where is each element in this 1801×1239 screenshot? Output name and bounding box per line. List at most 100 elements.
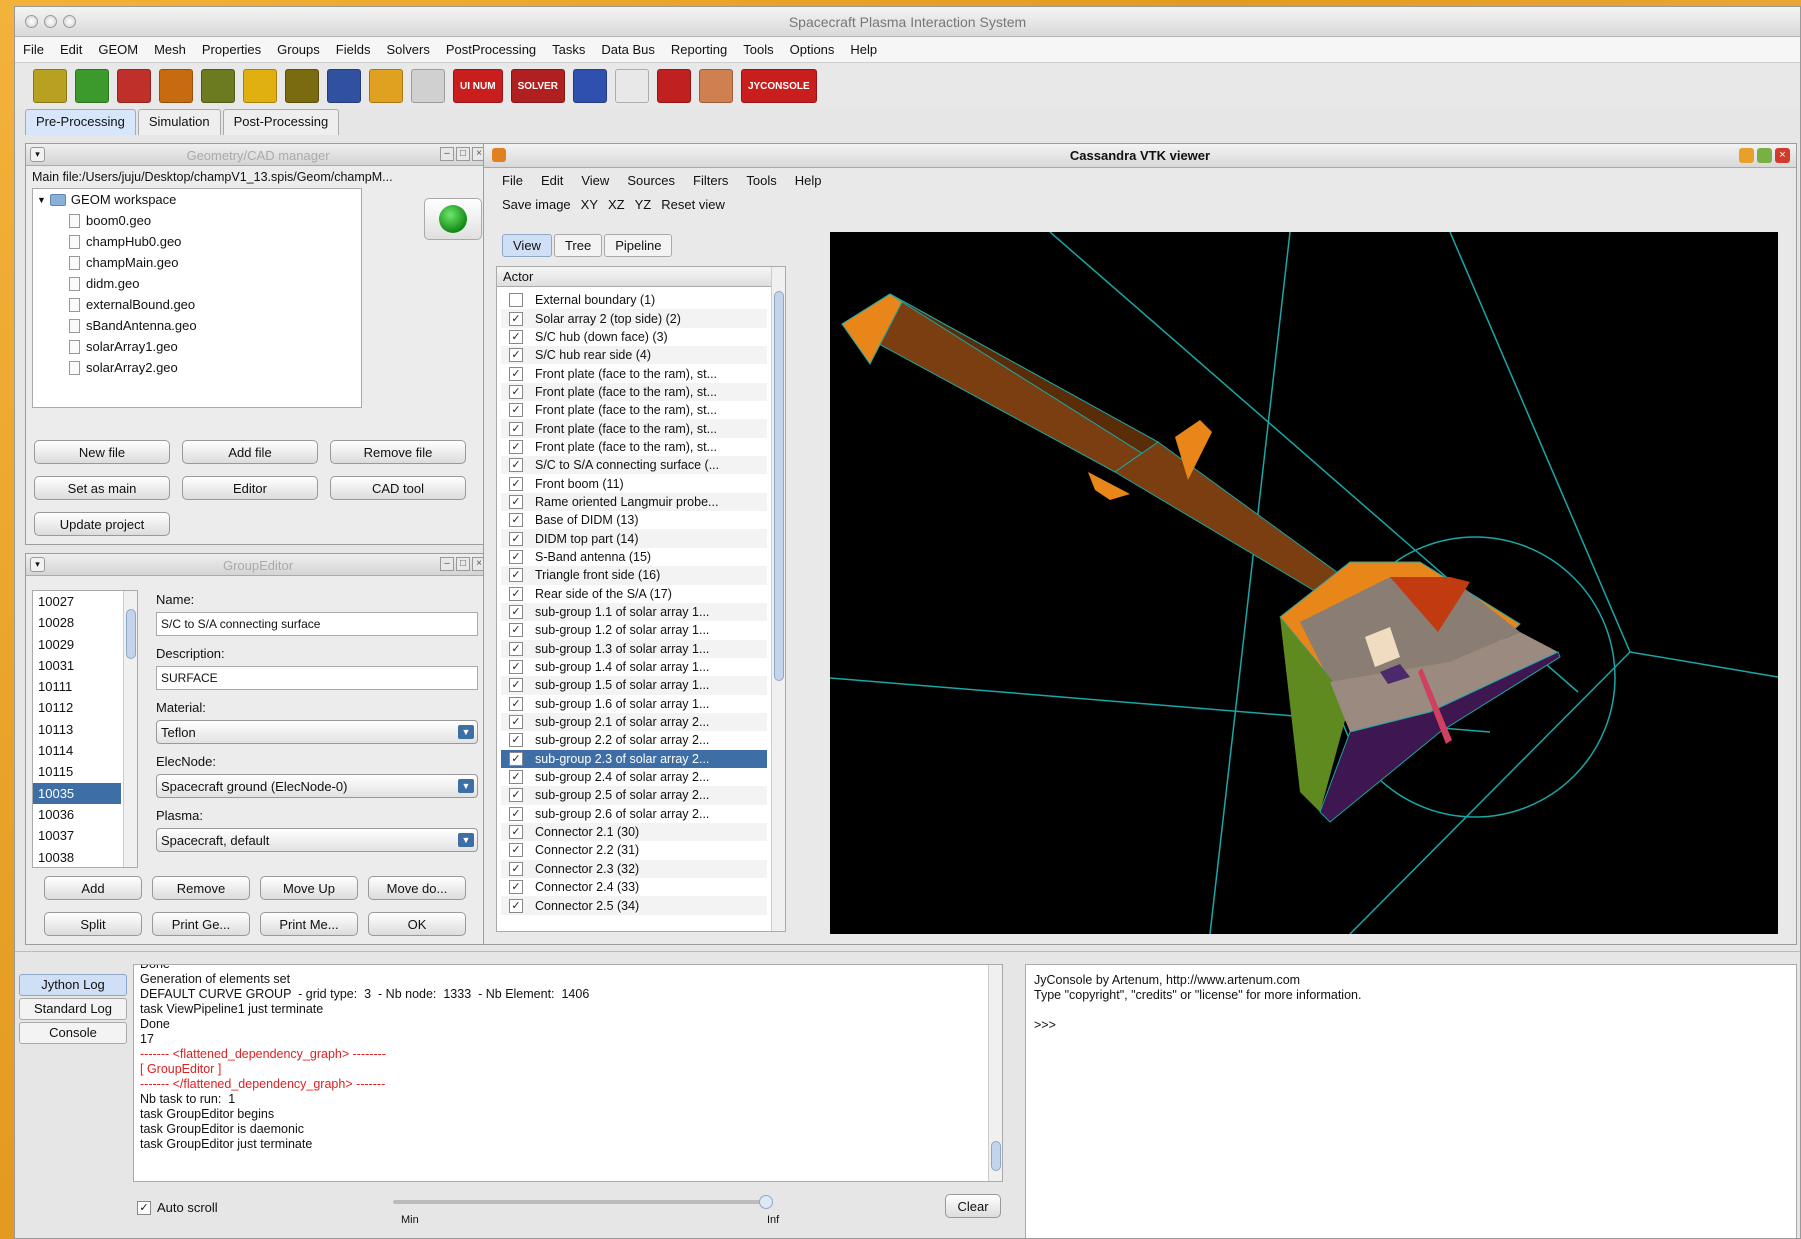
menu-file[interactable]: File <box>23 42 44 57</box>
geo-file-item[interactable]: champHub0.geo <box>33 231 361 252</box>
actor-visibility-checkbox[interactable]: ✓ <box>509 696 523 711</box>
actor-row[interactable]: ✓ Front boom (11) <box>501 474 767 492</box>
actor-row[interactable]: ✓ Connector 2.1 (30) <box>501 822 767 842</box>
split-button[interactable]: Split <box>44 912 142 936</box>
actor-visibility-checkbox[interactable]: ✓ <box>509 476 523 491</box>
user-icon[interactable] <box>698 69 733 103</box>
group-id-item[interactable]: 10115 <box>33 761 121 782</box>
menu-tools[interactable]: Tools <box>743 42 773 57</box>
group-id-item[interactable]: 10112 <box>33 697 121 718</box>
actor-visibility-checkbox[interactable]: ✓ <box>509 825 523 840</box>
move-up-button[interactable]: Move Up <box>260 876 358 900</box>
actor-visibility-checkbox[interactable]: ✓ <box>509 494 523 509</box>
actor-visibility-checkbox[interactable]: ✓ <box>509 348 523 363</box>
actor-row[interactable]: ✓ sub-group 2.6 of solar array 2... <box>501 805 767 823</box>
set-as-main-button[interactable]: Set as main <box>34 476 170 500</box>
actor-row[interactable]: ✓ sub-group 1.1 of solar array 1... <box>501 602 767 622</box>
save-image-button[interactable]: Save image <box>502 197 571 212</box>
scroll-thumb[interactable] <box>126 609 136 659</box>
actor-row[interactable]: ✓ Front plate (face to the ram), st... <box>501 401 767 419</box>
vtk-menu-edit[interactable]: Edit <box>541 173 563 188</box>
status-indicator-button[interactable] <box>424 198 482 240</box>
elecnode-select[interactable]: Spacecraft ground (ElecNode-0) ▼ <box>156 774 478 798</box>
actor-visibility-checkbox[interactable]: ✓ <box>509 806 523 821</box>
actor-visibility-checkbox[interactable]: ✓ <box>509 733 523 748</box>
actor-visibility-checkbox[interactable] <box>509 293 523 308</box>
menu-properties[interactable]: Properties <box>202 42 261 57</box>
vtk-menu-tools[interactable]: Tools <box>746 173 776 188</box>
geo-file-item[interactable]: solarArray1.geo <box>33 336 361 357</box>
scroll-thumb[interactable] <box>774 291 784 681</box>
actor-row[interactable]: ✓ Front plate (face to the ram), st... <box>501 419 767 438</box>
actor-row[interactable]: ✓ Rame oriented Langmuir probe... <box>501 492 767 512</box>
actor-row[interactable]: ✓ Rear side of the S/A (17) <box>501 585 767 603</box>
actor-row[interactable]: ✓ sub-group 2.4 of solar array 2... <box>501 768 767 786</box>
minimize-icon[interactable]: – <box>440 557 454 571</box>
actor-visibility-checkbox[interactable]: ✓ <box>509 880 523 895</box>
geo-file-item[interactable]: didm.geo <box>33 273 361 294</box>
tab-tree[interactable]: Tree <box>553 234 603 257</box>
move-down-button[interactable]: Move do... <box>368 876 466 900</box>
vtk-menu-file[interactable]: File <box>502 173 523 188</box>
menu-options[interactable]: Options <box>790 42 835 57</box>
actor-visibility-checkbox[interactable]: ✓ <box>509 329 523 344</box>
actor-row[interactable]: ✓ S/C hub (down face) (3) <box>501 328 767 346</box>
actor-row[interactable]: ✓ Connector 2.5 (34) <box>501 896 767 915</box>
expand-icon[interactable]: ▼ <box>37 195 46 205</box>
ok-button[interactable]: OK <box>368 912 466 936</box>
actor-row[interactable]: ✓ sub-group 1.3 of solar array 1... <box>501 639 767 658</box>
print-geometry-button[interactable]: Print Ge... <box>152 912 250 936</box>
grid-icon[interactable] <box>285 69 319 103</box>
vtk-menu-filters[interactable]: Filters <box>693 173 728 188</box>
vtk-menu-sources[interactable]: Sources <box>627 173 675 188</box>
actor-visibility-checkbox[interactable]: ✓ <box>509 770 523 785</box>
group-id-item[interactable]: 10114 <box>33 740 121 761</box>
add-file-button[interactable]: Add file <box>182 440 318 464</box>
group-id-item[interactable]: 10035 <box>33 782 121 804</box>
actor-visibility-checkbox[interactable]: ✓ <box>509 366 523 381</box>
group-description-field[interactable]: SURFACE <box>156 666 478 690</box>
actor-visibility-checkbox[interactable]: ✓ <box>509 605 523 620</box>
actor-row[interactable]: ✓ Front plate (face to the ram), st... <box>501 438 767 456</box>
group-id-list[interactable]: 10027 10028 10029 10031 10111 10112 10113 10114… <box>32 590 138 868</box>
global-params-icon[interactable] <box>411 69 445 103</box>
plasma-select[interactable]: Spacecraft, default ▼ <box>156 828 478 852</box>
actor-row[interactable]: ✓ DIDM top part (14) <box>501 529 767 548</box>
log-level-slider[interactable] <box>393 1195 773 1209</box>
menu-mesh[interactable]: Mesh <box>154 42 186 57</box>
tab-standard-log[interactable]: Standard Log <box>19 998 127 1020</box>
actor-visibility-checkbox[interactable]: ✓ <box>509 660 523 675</box>
vtk-menu-view[interactable]: View <box>581 173 609 188</box>
group-id-item[interactable]: 10038 <box>33 847 121 867</box>
material-select[interactable]: Teflon ▼ <box>156 720 478 744</box>
view-yz-button[interactable]: YZ <box>635 197 652 212</box>
geo-file-item[interactable]: boom0.geo <box>33 210 361 231</box>
editor-button[interactable]: Editor <box>182 476 318 500</box>
group-id-item[interactable]: 10036 <box>33 804 121 825</box>
actor-row[interactable]: ✓ Front plate (face to the ram), st... <box>501 382 767 402</box>
actor-visibility-checkbox[interactable]: ✓ <box>509 458 523 473</box>
actor-row[interactable]: External boundary (1) <box>501 291 767 309</box>
minimize-icon[interactable] <box>1739 148 1754 163</box>
actor-row[interactable]: ✓ sub-group 1.5 of solar array 1... <box>501 676 767 695</box>
actor-visibility-checkbox[interactable]: ✓ <box>509 641 523 656</box>
actor-visibility-checkbox[interactable]: ✓ <box>509 623 523 638</box>
actor-row[interactable]: ✓ Connector 2.2 (31) <box>501 841 767 859</box>
vtk-3d-render-view[interactable] <box>830 232 1778 934</box>
cad-shapes-icon[interactable] <box>117 69 151 103</box>
actor-visibility-checkbox[interactable]: ✓ <box>509 403 523 418</box>
jy-console-icon[interactable]: JYCONSOLE <box>740 69 817 103</box>
load-mesh-icon[interactable] <box>159 69 193 103</box>
geo-file-item[interactable]: externalBound.geo <box>33 294 361 315</box>
menu-help[interactable]: Help <box>850 42 877 57</box>
minimize-icon[interactable]: – <box>440 147 454 161</box>
solver-icon[interactable]: SOLVER <box>510 69 565 103</box>
maximize-icon[interactable]: □ <box>456 147 470 161</box>
actor-visibility-checkbox[interactable]: ✓ <box>509 568 523 583</box>
groups-icon[interactable] <box>201 69 235 103</box>
log-scrollbar[interactable] <box>988 965 1002 1181</box>
actor-row[interactable]: ✓ S-Band antenna (15) <box>501 548 767 566</box>
group-id-item[interactable]: 10027 <box>33 591 121 612</box>
synoptic-icon[interactable] <box>656 69 691 103</box>
actor-visibility-checkbox[interactable]: ✓ <box>509 513 523 528</box>
